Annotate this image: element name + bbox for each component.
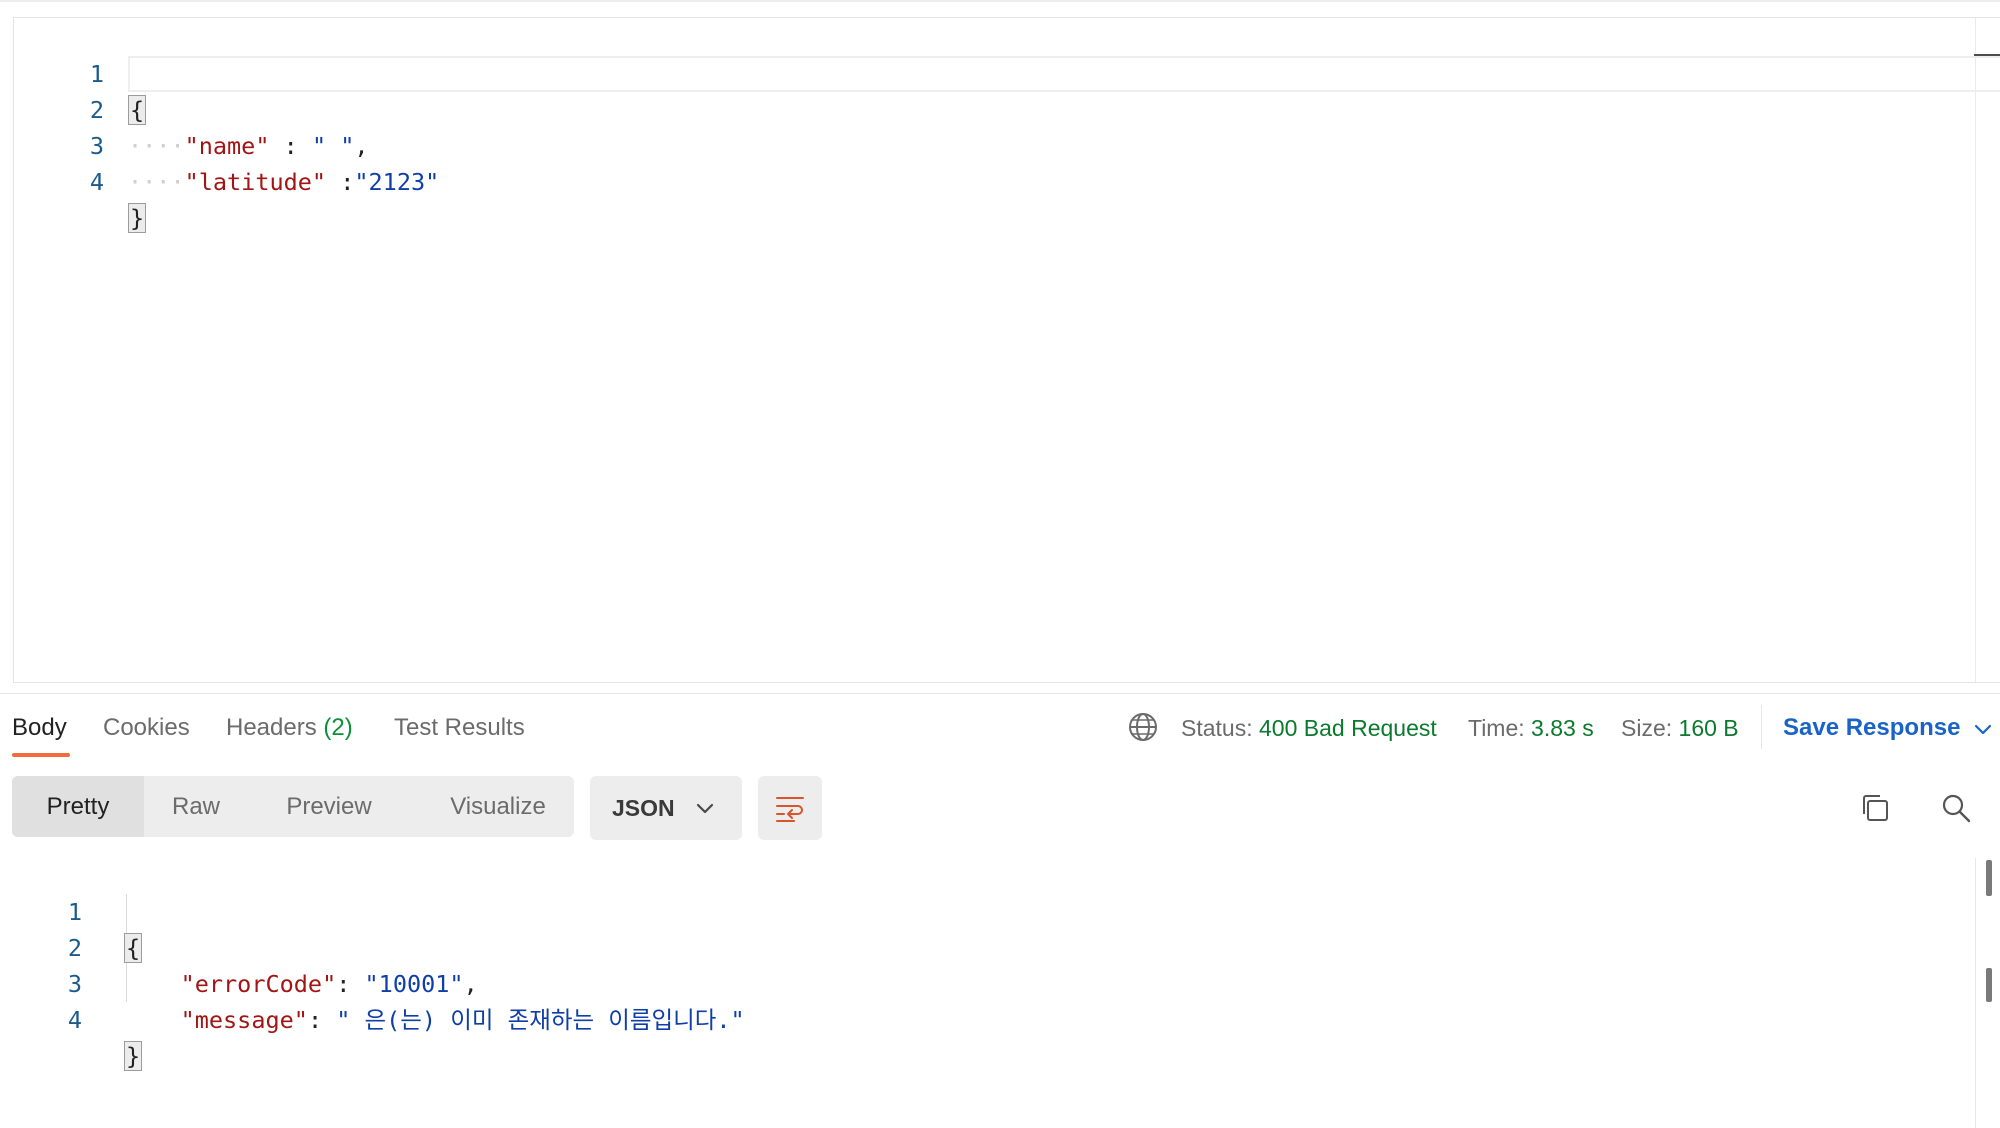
request-line-1[interactable]: 1 { — [14, 20, 2000, 125]
tab-test-results[interactable]: Test Results — [394, 712, 525, 744]
response-body-viewer[interactable]: 1 { 2 "errorCode": "10001", 3 "message":… — [0, 858, 2000, 1128]
json-key: "latitude" — [184, 168, 327, 196]
tab-headers-label: Headers — [226, 714, 317, 741]
request-line-4[interactable]: 4 } — [14, 128, 2000, 233]
time-value: 3.83 s — [1531, 715, 1594, 741]
json-value: "2123" — [354, 168, 440, 196]
response-line-2: 2 "errorCode": "10001", — [0, 894, 2000, 998]
top-rule — [0, 0, 2000, 2]
time-label: Time: — [1468, 715, 1525, 741]
chevron-down-icon — [696, 803, 714, 814]
globe-icon[interactable] — [1127, 711, 1159, 743]
wrap-lines-icon — [776, 797, 804, 822]
whitespace-marker: ···· — [128, 168, 185, 196]
chevron-down-icon[interactable] — [1972, 718, 1994, 740]
wrap-lines-button[interactable] — [758, 776, 822, 840]
json-key: "message" — [180, 1006, 308, 1034]
tab-body[interactable]: Body — [12, 712, 67, 744]
view-pretty-button[interactable]: Pretty — [12, 776, 144, 837]
json-separator: : — [326, 168, 355, 196]
copy-icon[interactable] — [1858, 790, 1894, 826]
request-line-2[interactable]: 2 ····"name" : " ", — [14, 56, 2000, 160]
response-line-4: 4 } — [0, 966, 2000, 1071]
status-separator — [1761, 705, 1762, 749]
status-label: Status: — [1181, 715, 1253, 741]
response-line-3: 3 "message": " 은(는) 이미 존재하는 이름입니다." — [0, 930, 2000, 1034]
view-preview-button[interactable]: Preview — [262, 776, 396, 837]
pane-divider[interactable] — [0, 693, 2000, 694]
close-brace: } — [124, 1041, 143, 1071]
line-number: 4 — [89, 168, 104, 196]
view-mode-selector: Pretty Raw Preview Visualize — [12, 776, 574, 837]
save-response-button[interactable]: Save Response — [1783, 712, 1960, 744]
close-brace: } — [128, 203, 147, 233]
view-visualize-button[interactable]: Visualize — [432, 776, 564, 837]
format-select-value: JSON — [612, 795, 675, 821]
size-value: 160 B — [1678, 715, 1739, 741]
response-size[interactable]: Size: 160 B — [1621, 712, 1739, 744]
view-raw-button[interactable]: Raw — [144, 776, 248, 837]
request-line-3[interactable]: 3 ····"latitude" :"2123" — [14, 92, 2000, 196]
response-time[interactable]: Time: 3.83 s — [1468, 712, 1594, 744]
line-number: 4 — [67, 1006, 82, 1034]
size-label: Size: — [1621, 715, 1673, 741]
headers-count-badge: (2) — [323, 714, 353, 741]
tab-cookies[interactable]: Cookies — [103, 712, 190, 744]
json-separator: : — [307, 1006, 337, 1034]
format-select[interactable]: JSON — [590, 776, 742, 840]
json-value: " 은(는) 이미 존재하는 이름입니다." — [336, 1006, 745, 1034]
tab-headers[interactable]: Headers (2) — [226, 712, 353, 744]
status-value: 400 Bad Request — [1259, 715, 1437, 741]
response-line-1: 1 { — [0, 858, 2000, 963]
request-body-editor[interactable]: 1 { 2 ····"name" : " ", 3 ····"latitude"… — [13, 17, 2000, 683]
search-icon[interactable] — [1938, 790, 1974, 826]
active-tab-indicator — [12, 753, 70, 757]
response-status[interactable]: Status: 400 Bad Request — [1181, 712, 1437, 744]
